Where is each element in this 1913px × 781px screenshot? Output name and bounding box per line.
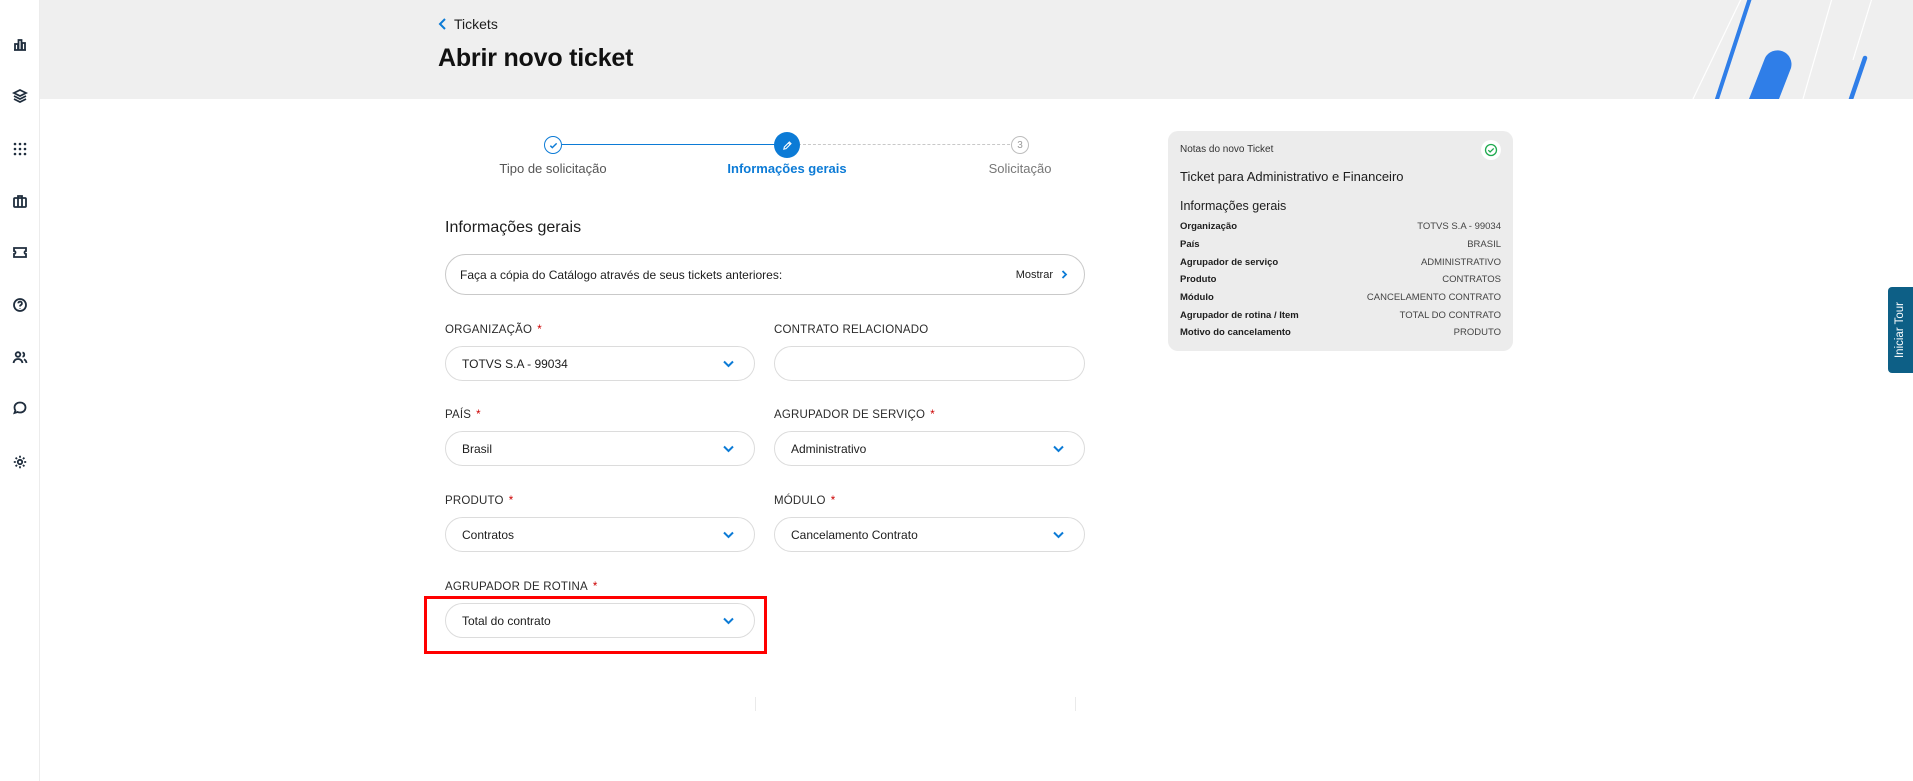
- chart-icon[interactable]: [8, 32, 32, 56]
- step-3-label[interactable]: Solicitação: [989, 161, 1052, 176]
- highlight-box: [424, 596, 767, 654]
- users-icon[interactable]: [8, 345, 32, 369]
- chevron-right-icon: [1061, 270, 1068, 279]
- gear-icon[interactable]: [8, 450, 32, 474]
- progress-stepper: 3 Tipo de solicitação Informações gerais…: [480, 132, 1080, 182]
- stepper-line-done: [562, 144, 786, 145]
- ticket-icon[interactable]: [8, 240, 32, 264]
- copy-catalog-bar: Faça a cópia do Catálogo através de seus…: [445, 254, 1085, 295]
- organizacao-select[interactable]: TOTVS S.A - 99034: [445, 346, 755, 381]
- chevron-left-icon: [438, 18, 446, 30]
- notes-ticket-title: Ticket para Administrativo e Financeiro: [1180, 169, 1404, 184]
- step-1-label[interactable]: Tipo de solicitação: [499, 161, 606, 176]
- show-button-label: Mostrar: [1015, 268, 1053, 281]
- check-circle-icon: [1481, 140, 1501, 160]
- header-decoration: [1692, 0, 1873, 99]
- chevron-down-icon: [1053, 531, 1064, 538]
- notes-row: Motivo do cancelamento PRODUTO: [1180, 327, 1501, 338]
- apps-icon[interactable]: [8, 136, 32, 160]
- sidebar: [0, 0, 40, 781]
- notes-row: Produto CONTRATOS: [1180, 274, 1501, 285]
- back-link-label: Tickets: [454, 16, 498, 32]
- copy-catalog-text: Faça a cópia do Catálogo através de seus…: [460, 267, 783, 282]
- step-2-label[interactable]: Informações gerais: [727, 161, 846, 176]
- agrupador-servico-select[interactable]: Administrativo: [774, 431, 1085, 466]
- start-tour-label: Iniciar Tour: [1894, 301, 1907, 359]
- faint-divider: [755, 697, 756, 711]
- agrupador-rotina-label: AGRUPADOR DE ROTINA *: [445, 581, 598, 593]
- page-title: Abrir novo ticket: [438, 44, 634, 72]
- step-2-edit-icon[interactable]: [774, 132, 800, 158]
- chevron-down-icon: [723, 360, 734, 367]
- step-1-done-icon[interactable]: [544, 136, 562, 154]
- notes-row: País BRASIL: [1180, 239, 1501, 250]
- help-icon[interactable]: [8, 293, 32, 317]
- page-header: Tickets Abrir novo ticket: [40, 0, 1913, 99]
- ticket-notes-panel: Notas do novo Ticket Ticket para Adminis…: [1168, 131, 1513, 351]
- briefcase-icon[interactable]: [8, 189, 32, 213]
- back-to-tickets-link[interactable]: Tickets: [438, 16, 498, 32]
- chat-icon[interactable]: [8, 396, 32, 420]
- contrato-input[interactable]: [774, 346, 1085, 381]
- pais-label: PAÍS *: [445, 409, 481, 421]
- produto-value: Contratos: [462, 527, 515, 542]
- agrupador-servico-label: AGRUPADOR DE SERVIÇO *: [774, 409, 935, 421]
- notes-row: Módulo CANCELAMENTO CONTRATO: [1180, 292, 1501, 303]
- stepper-line-pending: [798, 144, 1020, 145]
- contrato-label: CONTRATO RELACIONADO: [774, 324, 929, 336]
- modulo-select[interactable]: Cancelamento Contrato: [774, 517, 1085, 552]
- produto-select[interactable]: Contratos: [445, 517, 755, 552]
- pais-value: Brasil: [462, 441, 493, 456]
- modulo-value: Cancelamento Contrato: [791, 527, 918, 542]
- organizacao-label: ORGANIZAÇÃO *: [445, 324, 542, 336]
- chevron-down-icon: [723, 445, 734, 452]
- chevron-down-icon: [723, 531, 734, 538]
- modulo-label: MÓDULO *: [774, 495, 836, 507]
- notes-header: Notas do novo Ticket: [1180, 144, 1274, 155]
- step-3-number[interactable]: 3: [1011, 136, 1029, 154]
- start-tour-button[interactable]: Iniciar Tour: [1888, 287, 1913, 373]
- organizacao-value: TOTVS S.A - 99034: [462, 356, 568, 371]
- layers-icon[interactable]: [8, 84, 32, 108]
- notes-row: Organização TOTVS S.A - 99034: [1180, 221, 1501, 232]
- section-title: Informações gerais: [445, 219, 582, 236]
- chevron-down-icon: [1053, 445, 1064, 452]
- produto-label: PRODUTO *: [445, 495, 514, 507]
- notes-row: Agrupador de rotina / Item TOTAL DO CONTR…: [1180, 310, 1501, 321]
- notes-row: Agrupador de serviço ADMINISTRATIVO: [1180, 257, 1501, 268]
- show-button[interactable]: Mostrar: [1016, 269, 1068, 281]
- pais-select[interactable]: Brasil: [445, 431, 755, 466]
- faint-divider: [1075, 697, 1076, 711]
- notes-section-title: Informações gerais: [1180, 199, 1287, 213]
- agrupador-servico-value: Administrativo: [791, 441, 867, 456]
